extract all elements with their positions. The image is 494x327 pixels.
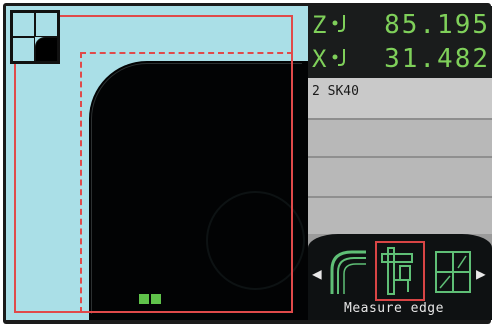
status-marker: [151, 294, 161, 304]
side-panel: Z 85.195 X 31.482 2 SK40 ◀ ▶ Measure edg…: [308, 6, 492, 320]
horizontal-guide-line: [80, 52, 293, 54]
tool-axis-icon: [330, 46, 356, 72]
z-axis-label: Z: [312, 11, 327, 39]
vertical-guide-line: [80, 52, 82, 313]
quadrant-selector-icon[interactable]: [10, 10, 60, 64]
quadrant-1[interactable]: [12, 12, 35, 37]
info-row: [308, 120, 492, 158]
x-value: 31.482: [384, 44, 490, 74]
info-row: [308, 158, 492, 198]
edge-contour-icon[interactable]: [326, 244, 370, 298]
status-marker: [139, 294, 149, 304]
quadrant-2[interactable]: [35, 12, 58, 37]
z-readout: Z 85.195: [312, 8, 490, 42]
tool-axis-icon: [330, 12, 356, 38]
quadrant-3[interactable]: [12, 37, 35, 62]
scroll-left-icon[interactable]: ◀: [312, 264, 322, 283]
tool-label: 2 SK40: [312, 84, 359, 99]
info-row: [308, 198, 492, 234]
z-value: 85.195: [384, 10, 490, 40]
x-readout: X 31.482: [312, 42, 490, 76]
camera-view: [6, 6, 308, 320]
scroll-right-icon[interactable]: ▶: [476, 264, 486, 283]
measure-edge-icon[interactable]: [375, 241, 425, 301]
function-menu: ◀ ▶ Measure edge: [308, 234, 492, 320]
grid-measure-icon[interactable]: [432, 244, 476, 298]
position-readout: Z 85.195 X 31.482: [308, 6, 492, 78]
menu-label: Measure edge: [344, 301, 444, 316]
status-markers: [139, 294, 161, 304]
quadrant-4-selected[interactable]: [35, 37, 58, 62]
x-axis-label: X: [312, 45, 327, 73]
tool-info-row[interactable]: 2 SK40: [308, 78, 492, 120]
